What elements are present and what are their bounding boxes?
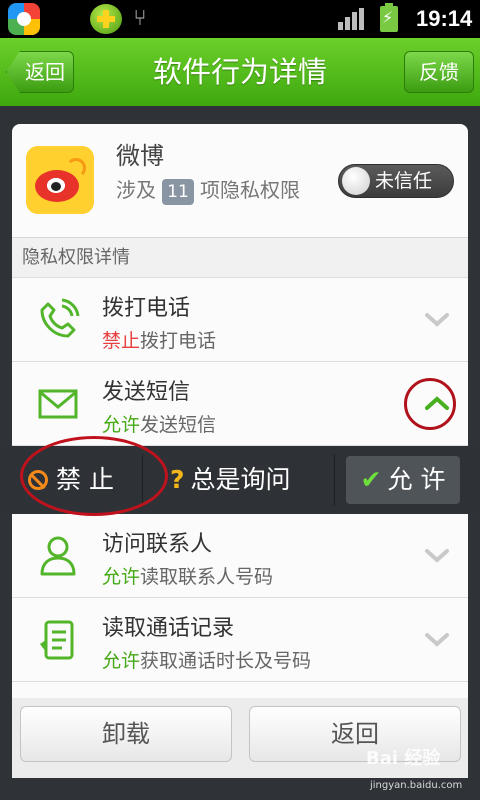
- permission-status: 允许发送短信: [102, 410, 216, 437]
- permission-status: 禁止拨打电话: [102, 326, 216, 353]
- status-keyword: 允许: [102, 650, 141, 672]
- permission-status: 允许获取通话时长及号码: [102, 646, 311, 673]
- status-detail: 发送短信: [140, 414, 217, 436]
- privacy-summary: 涉及 11 项隐私权限: [116, 176, 326, 205]
- always-ask-button[interactable]: ? 总是询问: [170, 456, 330, 504]
- permission-name: 发送短信: [102, 380, 191, 405]
- usb-icon: ⑂: [133, 6, 147, 31]
- trust-toggle[interactable]: 未信任: [338, 164, 454, 198]
- highlight-circle: [20, 436, 168, 516]
- privacy-summary-suffix: 项隐私权限: [200, 178, 300, 202]
- status-detail: 获取通话时长及号码: [140, 650, 312, 672]
- privacy-summary-prefix: 涉及: [116, 178, 156, 202]
- permission-name: 访问联系人: [102, 532, 213, 557]
- status-keyword: 允许: [102, 566, 141, 588]
- chevron-down-icon[interactable]: [424, 626, 450, 652]
- ask-label: 总是询问: [190, 465, 291, 494]
- permission-row-call-log[interactable]: 读取通话记录 允许获取通话时长及号码: [12, 598, 468, 682]
- battery-charging-icon: [380, 3, 398, 32]
- contacts-icon: [40, 536, 76, 576]
- chevron-down-icon[interactable]: [424, 542, 450, 568]
- highlight-circle: [404, 378, 456, 430]
- divider: [334, 454, 335, 506]
- permission-name: 读取通话记录: [102, 616, 235, 641]
- page-title: 软件行为详情: [152, 55, 327, 89]
- permission-status: 允许读取联系人号码: [102, 562, 273, 589]
- toggle-knob: [342, 167, 370, 195]
- permission-name: 拨打电话: [102, 296, 191, 321]
- app-name: 微博: [116, 142, 164, 170]
- back-button[interactable]: 返回: [6, 51, 74, 93]
- watermark: Bai 经验: [366, 748, 441, 769]
- allow-button[interactable]: ✔ 允 许: [346, 456, 460, 504]
- permission-row-sms[interactable]: 发送短信 允许发送短信: [12, 362, 468, 446]
- permission-row-contacts[interactable]: 访问联系人 允许读取联系人号码: [12, 514, 468, 598]
- security-plus-icon: [90, 4, 122, 34]
- title-bar: 返回 软件行为详情 反馈: [0, 38, 480, 106]
- permission-card: 微博 涉及 11 项隐私权限 未信任 隐私权限详情 拨打电话 禁止拨打电话 发送短信…: [12, 124, 468, 698]
- status-bar: ⑂ 19:14: [0, 0, 480, 38]
- privacy-count-badge: 11: [162, 179, 194, 205]
- phone-icon: [40, 298, 80, 338]
- allow-label: 允 许: [387, 465, 446, 494]
- watermark-url: jingyan.baidu.com: [370, 780, 463, 791]
- permission-row-phone[interactable]: 拨打电话 禁止拨打电话: [12, 278, 468, 362]
- clock: 19:14: [416, 6, 473, 31]
- question-icon: ?: [170, 465, 185, 494]
- status-detail: 拨打电话: [140, 330, 217, 352]
- checkmark-icon: ✔: [360, 465, 382, 494]
- status-keyword: 禁止: [102, 330, 141, 352]
- feedback-button[interactable]: 反馈: [404, 51, 474, 93]
- mail-icon: [38, 389, 78, 419]
- trust-label: 未信任: [375, 170, 433, 192]
- app-header: 微博 涉及 11 项隐私权限 未信任: [12, 124, 468, 238]
- signal-icon: [338, 8, 364, 30]
- section-title: 隐私权限详情: [12, 238, 468, 278]
- uninstall-button[interactable]: 卸载: [20, 706, 232, 762]
- status-detail: 读取联系人号码: [140, 566, 274, 588]
- call-log-icon: [40, 620, 74, 660]
- chevron-down-icon[interactable]: [424, 306, 450, 332]
- weibo-app-icon: [26, 146, 94, 214]
- app-store-icon: [8, 3, 40, 35]
- status-keyword: 允许: [102, 414, 141, 436]
